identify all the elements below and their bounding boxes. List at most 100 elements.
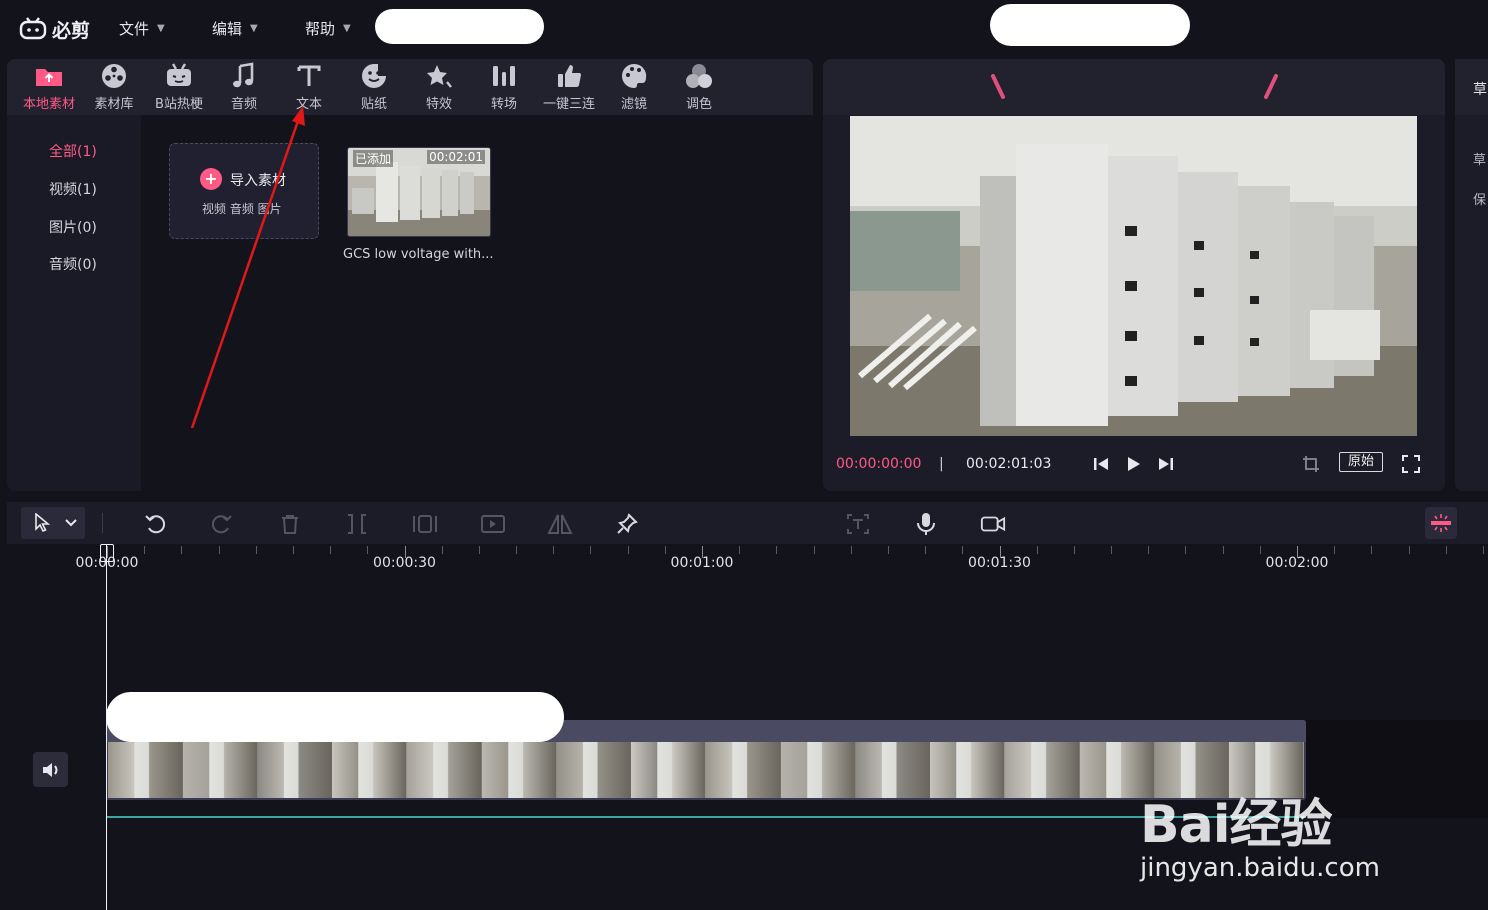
audio-waveform-line — [106, 816, 1306, 818]
ruler-tick — [255, 546, 257, 554]
tab-asset-library[interactable]: 素材库 — [82, 59, 146, 115]
tab-triple-like[interactable]: 一键三连 — [537, 59, 601, 115]
timecode-separator: | — [939, 456, 944, 472]
tab-effects[interactable]: 特效 — [407, 59, 471, 115]
delete-button[interactable] — [277, 511, 303, 537]
menu-help-label: 帮助 — [305, 20, 336, 38]
tab-label: 音频 — [230, 97, 257, 112]
import-subtitle: 视频 音频 图片 — [202, 202, 282, 216]
music-note-icon — [231, 59, 257, 93]
fullscreen-button[interactable] — [1400, 455, 1422, 473]
current-timecode: 00:00:00:00 — [836, 456, 922, 472]
reverse-button[interactable] — [480, 511, 506, 537]
save-item[interactable]: 保 — [1473, 189, 1486, 208]
undo-button[interactable] — [142, 511, 168, 537]
crop-button[interactable] — [1300, 455, 1322, 473]
clip-frame — [332, 742, 407, 798]
text-t-icon — [296, 59, 322, 93]
timeline-toolbar — [7, 502, 1488, 544]
redo-icon — [211, 515, 232, 534]
trash-icon — [282, 515, 298, 534]
record-audio-button[interactable] — [913, 511, 939, 537]
clip-frame — [780, 742, 856, 798]
draft-panel: 草 草 保 — [1455, 59, 1488, 491]
ruler-tick — [553, 546, 555, 554]
ruler-tick — [218, 546, 220, 554]
speaker-icon — [42, 762, 57, 777]
pin-icon — [617, 513, 638, 534]
tab-label: 素材库 — [94, 97, 134, 112]
ruler-tick — [1073, 546, 1075, 554]
tab-audio[interactable]: 音频 — [212, 59, 276, 115]
menu-edit[interactable]: 编辑 ▼ — [212, 18, 258, 39]
ruler-tick — [962, 546, 964, 554]
mirror-button[interactable] — [547, 511, 573, 537]
aspect-original-button[interactable]: 原始 — [1339, 452, 1383, 472]
snap-toggle-button[interactable] — [1425, 507, 1457, 539]
media-thumbnail[interactable]: 已添加 00:02:01 — [347, 147, 491, 237]
chevron-down-icon: ▼ — [250, 23, 258, 34]
ruler-tick — [813, 546, 815, 554]
mirror-icon — [547, 514, 573, 534]
redo-button[interactable] — [209, 511, 235, 537]
auto-caption-button[interactable] — [845, 511, 871, 537]
import-media-button[interactable]: + 导入素材 视频 音频 图片 — [169, 143, 319, 239]
skip-forward-button[interactable] — [1155, 455, 1177, 473]
playhead-handle[interactable] — [100, 544, 114, 562]
ruler-tick — [1185, 546, 1187, 554]
record-video-button[interactable] — [980, 511, 1006, 537]
clip-frame — [481, 742, 557, 798]
watermark-brand: Bai经验 — [1140, 795, 1333, 855]
playhead[interactable] — [106, 544, 107, 910]
ruler-tick — [367, 546, 369, 554]
ruler-tick — [739, 546, 741, 554]
tab-filters[interactable]: 滤镜 — [602, 59, 666, 115]
skip-back-button[interactable] — [1090, 455, 1112, 473]
preview-panel: 00:00:00:00 | 00:02:01:03 原始 — [823, 59, 1445, 491]
tab-label: 特效 — [425, 97, 452, 112]
reverse-play-icon — [481, 515, 505, 533]
ruler-tick — [1334, 546, 1336, 554]
draft-item[interactable]: 草 — [1473, 149, 1486, 168]
watermark-url: jingyan.baidu.com — [1140, 853, 1380, 883]
ruler-tick — [1371, 546, 1373, 554]
split-button[interactable] — [344, 511, 370, 537]
bilibili-tv-icon — [165, 59, 193, 93]
category-video[interactable]: 视频(1) — [49, 179, 97, 199]
timeline-ruler[interactable]: 00:00:00 00:00:30 00:01:00 00:01:30 00:02:00 — [0, 544, 1488, 584]
freeze-frame-button[interactable] — [412, 511, 438, 537]
tab-text[interactable]: 文本 — [277, 59, 341, 115]
menu-file[interactable]: 文件 ▼ — [119, 18, 165, 39]
chevron-down-icon: ▼ — [343, 23, 351, 34]
category-audio[interactable]: 音频(0) — [49, 254, 97, 274]
clip-frame — [108, 742, 183, 798]
tab-local-media[interactable]: 本地素材 — [17, 59, 81, 115]
mute-track-button[interactable] — [33, 752, 68, 787]
ruler-tick — [776, 546, 778, 554]
ruler-label: 00:02:00 — [1265, 555, 1329, 571]
cursor-arrow-icon — [35, 513, 51, 533]
menu-help[interactable]: 帮助 ▼ — [305, 18, 351, 39]
category-image[interactable]: 图片(0) — [49, 217, 97, 237]
category-all[interactable]: 全部(1) — [49, 141, 97, 161]
added-badge: 已添加 — [353, 150, 394, 167]
media-category-list: 全部(1) 视频(1) 图片(0) 音频(0) — [7, 115, 141, 491]
tab-stickers[interactable]: 贴纸 — [342, 59, 406, 115]
bijian-logo-icon — [19, 17, 47, 40]
tab-label: 一键三连 — [542, 97, 595, 112]
tab-bilibili-memes[interactable]: B站热梗 — [147, 59, 211, 115]
ruler-tick — [590, 546, 592, 554]
ruler-tick — [1036, 546, 1038, 554]
ruler-label: 00:00:30 — [373, 555, 436, 571]
play-button[interactable] — [1122, 455, 1144, 473]
draft-panel-header: 草 — [1455, 59, 1488, 115]
pin-button[interactable] — [614, 511, 640, 537]
tab-transitions[interactable]: 转场 — [472, 59, 536, 115]
select-tool-dropdown[interactable] — [21, 507, 85, 539]
baidu-jingyan-watermark: Bai经验 jingyan.baidu.com — [1140, 782, 1380, 883]
tab-color-grading[interactable]: 调色 — [667, 59, 731, 115]
ruler-tick — [1445, 546, 1447, 554]
top-bar: 必剪 文件 ▼ 编辑 ▼ 帮助 ▼ — [0, 0, 1488, 58]
video-preview[interactable] — [850, 116, 1417, 436]
split-icon — [348, 514, 366, 534]
